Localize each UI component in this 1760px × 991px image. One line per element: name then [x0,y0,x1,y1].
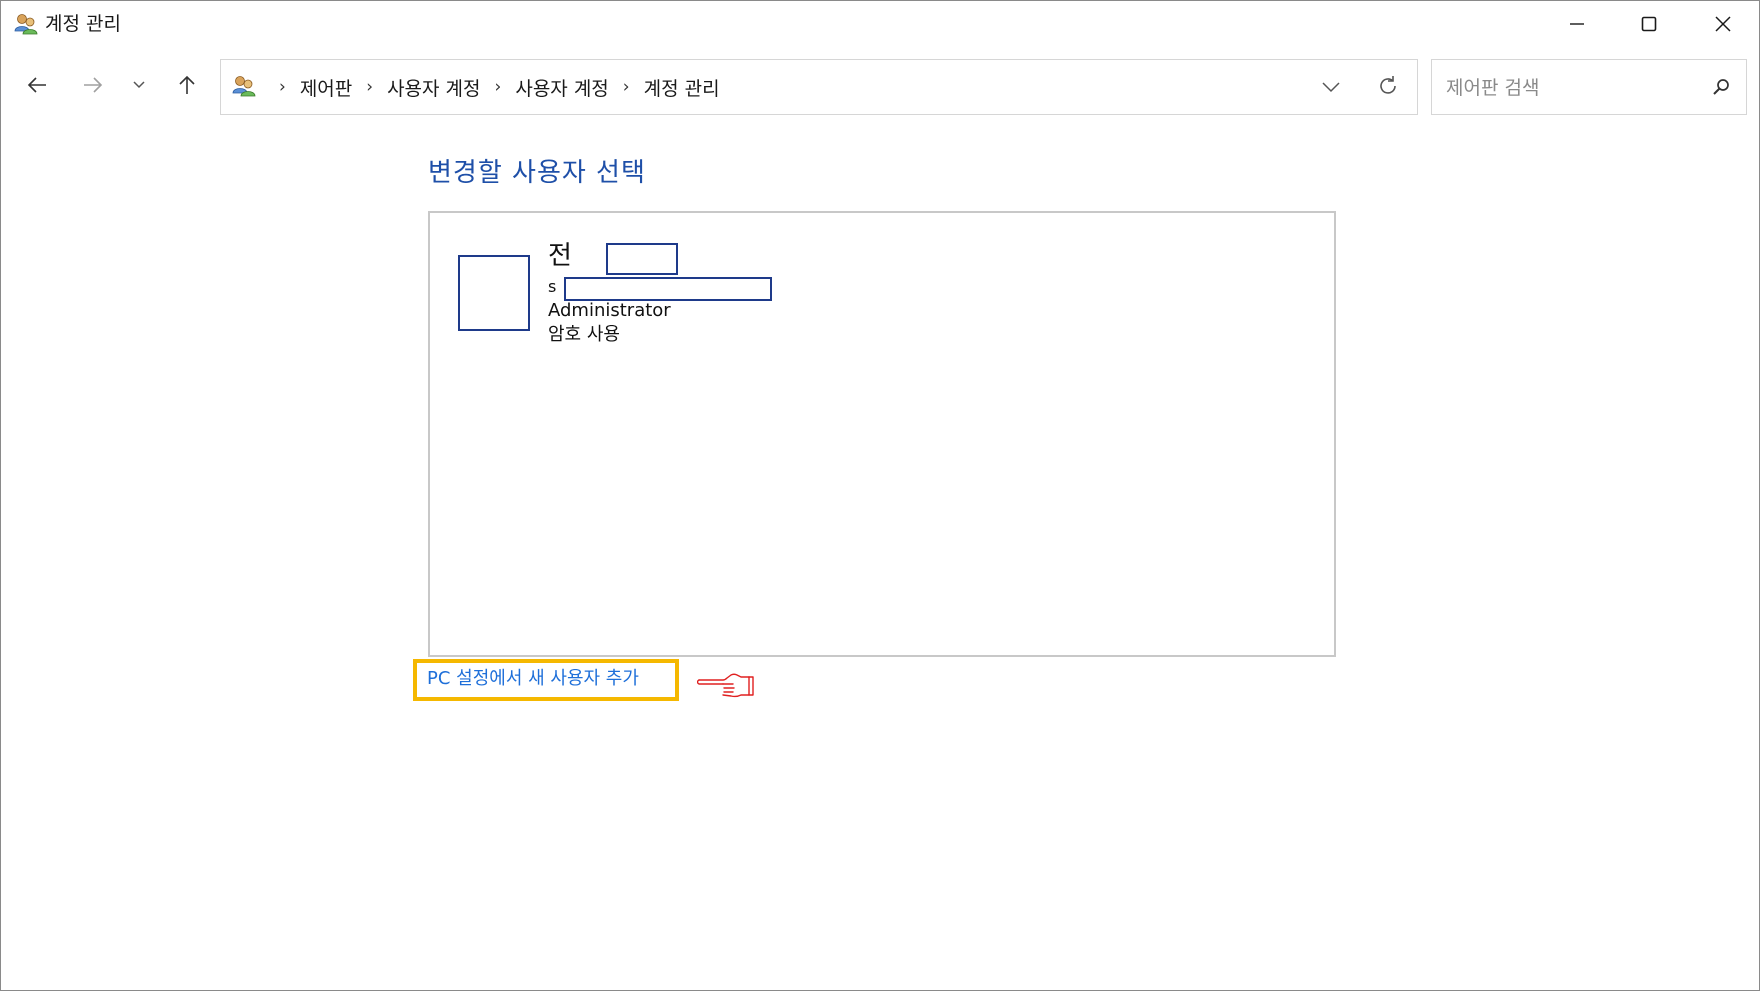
address-history-button[interactable] [1311,68,1351,106]
arrow-left-icon [27,77,46,93]
user-list-panel: 전 s Administrator 암호 사용 [428,211,1336,657]
redacted-name-box [606,243,678,275]
redacted-email-box [564,277,772,301]
chevron-down-icon [1322,82,1340,93]
breadcrumb: › 제어판 › 사용자 계정 › 사용자 계정 › 계정 관리 [265,60,720,114]
chevron-down-icon [133,81,145,89]
page-title: 변경할 사용자 선택 [428,158,646,188]
search-box[interactable] [1431,59,1747,115]
back-button[interactable] [17,65,57,105]
chevron-right-icon: › [366,77,374,97]
breadcrumb-control-panel[interactable]: 제어판 [300,74,352,101]
minimize-button[interactable] [1541,1,1613,47]
account-management-window: 계정 관리 › 제어판 › 사용자 계정 › 사용자 계정 › 계정 관리 제어… [0,0,1760,991]
maximize-icon [1641,16,1657,32]
maximize-button[interactable] [1613,1,1685,47]
breadcrumb-user-accounts[interactable]: 사용자 계정 [387,74,480,101]
close-button[interactable] [1687,1,1759,47]
address-bar[interactable]: › 제어판 › 사용자 계정 › 사용자 계정 › 계정 관리 [220,59,1418,115]
forward-button[interactable] [73,65,113,105]
chevron-right-icon: › [279,77,286,97]
user-role: Administrator [548,300,671,321]
avatar [458,255,530,331]
minimize-icon [1570,23,1584,25]
user-account-tile[interactable]: 전 s Administrator 암호 사용 [458,239,788,359]
users-icon [232,76,256,97]
close-icon [1715,16,1731,32]
refresh-icon [1380,76,1396,94]
user-email: s [548,277,557,296]
pointing-hand-icon [697,673,754,698]
recent-locations-button[interactable] [119,65,159,105]
users-icon [14,14,38,35]
breadcrumb-user-accounts-sub[interactable]: 사용자 계정 [515,74,608,101]
title-bar: 계정 관리 [1,1,1759,49]
user-name: 전 [548,241,572,271]
arrow-right-icon [84,77,103,93]
search-input[interactable] [1444,72,1698,104]
add-user-link[interactable]: PC 설정에서 새 사용자 추가 [427,667,639,691]
chevron-right-icon: › [622,77,630,97]
window-title: 계정 관리 [45,13,121,35]
search-icon[interactable] [1708,74,1734,100]
chevron-right-icon: › [494,77,502,97]
up-button[interactable] [167,65,207,105]
breadcrumb-manage-accounts[interactable]: 계정 관리 [644,74,720,101]
arrow-up-icon [179,75,195,94]
user-password-status: 암호 사용 [548,324,620,345]
refresh-button[interactable] [1367,65,1409,107]
